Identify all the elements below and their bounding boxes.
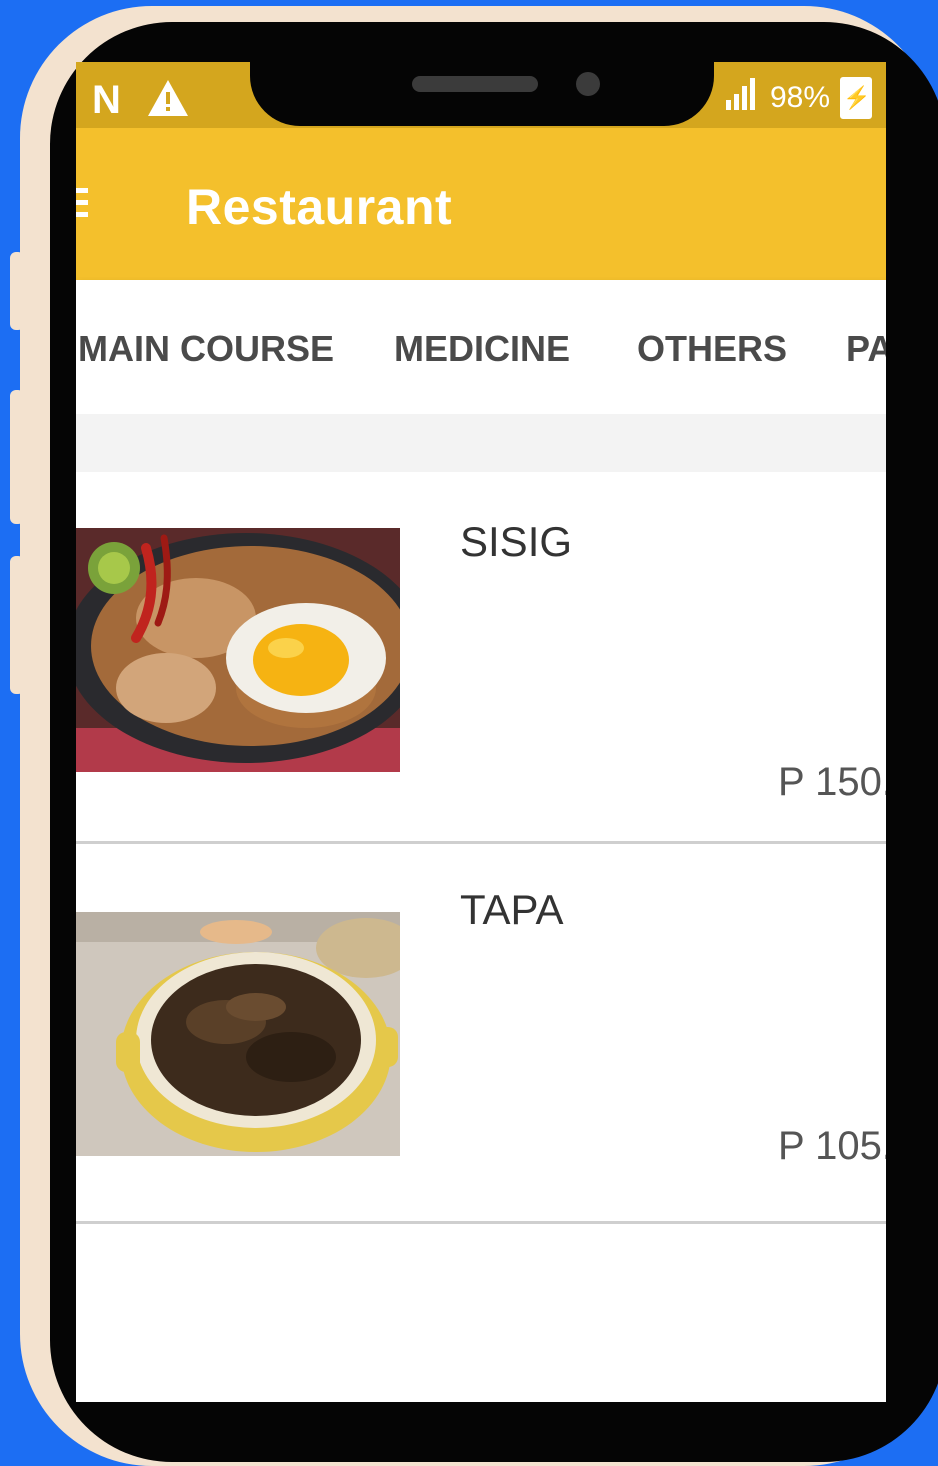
phone-notch [250, 58, 714, 126]
app-screen: N 98% ⚡ Restaurant MAIN COURSE MEDICINE … [76, 62, 886, 1402]
menu-icon[interactable] [76, 188, 88, 220]
item-name: TAPA [460, 886, 564, 933]
camera-icon [576, 72, 600, 96]
list-item[interactable]: SISIG P 150. [76, 472, 886, 844]
speaker-grille [412, 76, 538, 92]
app-title: Restaurant [186, 179, 453, 235]
divider [76, 1221, 886, 1224]
list-top-spacer [76, 414, 886, 472]
category-tabs: MAIN COURSE MEDICINE OTHERS PA [76, 280, 886, 414]
list-item[interactable]: TAPA P 105. [76, 844, 886, 1224]
tab-medicine[interactable]: MEDICINE [394, 328, 570, 370]
tab-others[interactable]: OTHERS [637, 328, 787, 370]
warning-icon [146, 78, 190, 123]
sisig-photo [76, 528, 400, 772]
app-bar: Restaurant [76, 128, 886, 280]
tab-pa[interactable]: PA [846, 328, 886, 370]
signal-icon [724, 76, 760, 120]
item-price: P 105. [778, 1124, 886, 1168]
battery-charging-icon: ⚡ [840, 77, 872, 119]
n-icon: N [92, 78, 121, 122]
item-name: SISIG [460, 518, 573, 565]
item-price: P 150. [778, 760, 886, 804]
tapa-photo [76, 912, 400, 1156]
battery-percent: 98% [769, 81, 830, 114]
tab-main-course[interactable]: MAIN COURSE [78, 328, 334, 370]
